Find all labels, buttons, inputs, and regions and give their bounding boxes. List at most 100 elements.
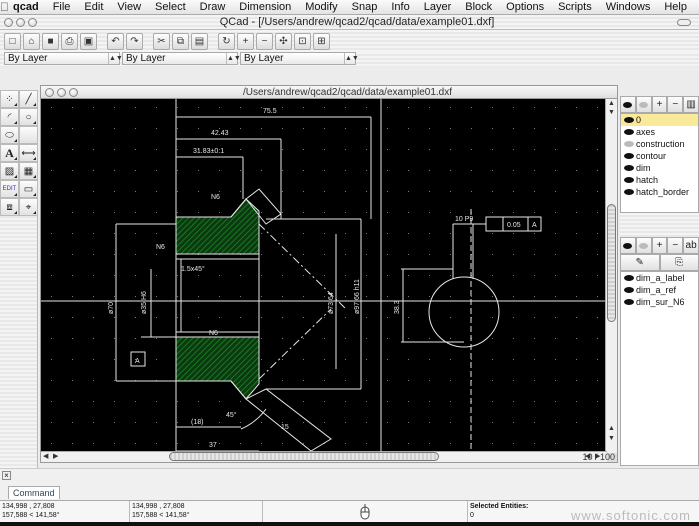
zoom-document-button[interactable] [69, 87, 78, 97]
menu-view[interactable]: View [110, 1, 148, 13]
print-button[interactable]: ⎙ [61, 32, 78, 50]
layer-item[interactable]: dim [621, 162, 698, 174]
undo-button[interactable]: ↶ [107, 32, 124, 50]
eye-icon[interactable] [624, 117, 634, 123]
ellipses-tool-button[interactable]: ⬭ [0, 126, 19, 144]
menu-options[interactable]: Options [499, 1, 551, 13]
redraw-button[interactable]: ↻ [218, 32, 235, 50]
close-icon[interactable]: × [2, 471, 11, 480]
new-file-button[interactable]: □ [4, 32, 21, 50]
drawing-canvas[interactable]: 75.5 42.43 31.83±0.1 1.5x45° ø70 ø35 H6 ø73.64… [41, 99, 607, 453]
close-window-button[interactable] [4, 17, 13, 27]
eye-hidden-icon[interactable] [624, 141, 634, 147]
menu-help[interactable]: Help [657, 1, 694, 13]
edit-block-button[interactable]: ✎ [620, 254, 660, 271]
menu-block[interactable]: Block [458, 1, 499, 13]
redo-button[interactable]: ↷ [126, 32, 143, 50]
scroll-down-icon[interactable]: ▼ [606, 434, 617, 443]
vertical-scrollbar[interactable]: ▲ ▼ ▲ ▼ [605, 99, 617, 453]
zoom-auto-button[interactable]: ✣ [275, 32, 292, 50]
layer-item[interactable]: construction [621, 138, 698, 150]
add-block-button[interactable]: + [651, 237, 668, 254]
layer-item[interactable]: contour [621, 150, 698, 162]
menu-layer[interactable]: Layer [417, 1, 459, 13]
text-tool-button[interactable]: A [0, 144, 19, 162]
eye-icon[interactable] [624, 299, 634, 305]
copy-button[interactable]: ⧉ [172, 32, 189, 50]
menu-snap[interactable]: Snap [345, 1, 385, 13]
command-tab[interactable]: Command [8, 486, 60, 499]
show-all-layers-button[interactable] [620, 96, 636, 113]
vertical-scroll-thumb[interactable] [607, 204, 616, 322]
scroll-up-icon[interactable]: ▲ [606, 424, 617, 433]
hide-all-layers-button[interactable] [635, 96, 652, 113]
width-select[interactable]: By Layer ▲▼ [122, 52, 241, 65]
rename-block-button[interactable]: ab [683, 237, 699, 254]
eye-icon[interactable] [624, 177, 634, 183]
layer-item[interactable]: hatch [621, 174, 698, 186]
minimize-window-button[interactable] [16, 17, 25, 27]
insert-block-button[interactable]: ⎘ [659, 254, 699, 271]
edit-tool-button[interactable]: EDIT [0, 180, 19, 198]
menu-scripts[interactable]: Scripts [551, 1, 599, 13]
scroll-left-icon[interactable]: ◀ [43, 452, 48, 461]
block-item[interactable]: dim_a_ref [621, 284, 698, 296]
layer-item[interactable]: hatch_border [621, 186, 698, 198]
horizontal-scrollbar[interactable]: ◀ ▶ ◀ ▶ [41, 451, 607, 462]
points-tool-button[interactable]: ⁘ [0, 90, 19, 108]
save-button[interactable]: ■ [42, 32, 59, 50]
color-select[interactable]: By Layer ▲▼ [4, 52, 123, 65]
remove-layer-button[interactable]: − [667, 96, 684, 113]
zoom-out-button[interactable]: − [256, 32, 273, 50]
eye-icon[interactable] [624, 189, 634, 195]
select-tool-button[interactable]: ⧈ [0, 198, 19, 216]
paste-button[interactable]: ▤ [191, 32, 208, 50]
block-item[interactable]: dim_sur_N6 [621, 296, 698, 308]
add-layer-button[interactable]: + [651, 96, 668, 113]
linetype-select[interactable]: By Layer ▲▼ [240, 52, 359, 65]
arcs-tool-button[interactable]: ◜ [0, 108, 19, 126]
app-menu[interactable]: qcad [9, 1, 46, 13]
lines-tool-button[interactable]: ╱ [19, 90, 38, 108]
zoom-window-button[interactable] [28, 17, 37, 27]
measure-tool-button[interactable]: ▭ [19, 180, 38, 198]
scroll-right-icon[interactable]: ▶ [53, 452, 58, 461]
zoom-window-button[interactable]: ⊞ [313, 32, 330, 50]
print-preview-button[interactable]: ▣ [80, 32, 97, 50]
menu-modify[interactable]: Modify [298, 1, 344, 13]
menu-select[interactable]: Select [148, 1, 193, 13]
layer-item[interactable]: 0 [621, 114, 698, 126]
snap-tool-button[interactable]: ⌖ [19, 198, 38, 216]
cut-button[interactable]: ✂ [153, 32, 170, 50]
menu-draw[interactable]: Draw [193, 1, 233, 13]
hatch-tool-button[interactable]: ▨ [0, 162, 19, 180]
scroll-up-icon[interactable]: ▲ [606, 99, 617, 108]
remove-block-button[interactable]: − [667, 237, 684, 254]
hide-all-blocks-button[interactable] [635, 237, 652, 254]
menu-dimension[interactable]: Dimension [232, 1, 298, 13]
eye-icon[interactable] [624, 153, 634, 159]
menu-edit[interactable]: Edit [77, 1, 110, 13]
horizontal-scroll-thumb[interactable] [169, 452, 439, 461]
show-all-blocks-button[interactable] [620, 237, 636, 254]
eye-icon[interactable] [624, 165, 634, 171]
zoom-previous-button[interactable]: ⊡ [294, 32, 311, 50]
block-item[interactable]: dim_a_label [621, 272, 698, 284]
dimensions-tool-button[interactable]: ⟷ [19, 144, 38, 162]
layer-item[interactable]: axes [621, 126, 698, 138]
eye-icon[interactable] [624, 129, 634, 135]
eye-icon[interactable] [624, 275, 634, 281]
menu-windows[interactable]: Windows [599, 1, 658, 13]
menu-file[interactable]: File [46, 1, 78, 13]
circles-tool-button[interactable]: ○ [19, 108, 38, 126]
menu-info[interactable]: Info [384, 1, 416, 13]
open-file-button[interactable]: ⌂ [23, 32, 40, 50]
minimize-document-button[interactable] [57, 87, 66, 97]
scroll-down-icon[interactable]: ▼ [606, 108, 617, 117]
image-tool-button[interactable]: ▦ [19, 162, 38, 180]
edit-layer-button[interactable]: ▥ [683, 96, 699, 113]
zoom-in-button[interactable]: + [237, 32, 254, 50]
close-document-button[interactable] [45, 87, 54, 97]
apple-menu-icon[interactable]:  [0, 0, 9, 14]
eye-icon[interactable] [624, 287, 634, 293]
